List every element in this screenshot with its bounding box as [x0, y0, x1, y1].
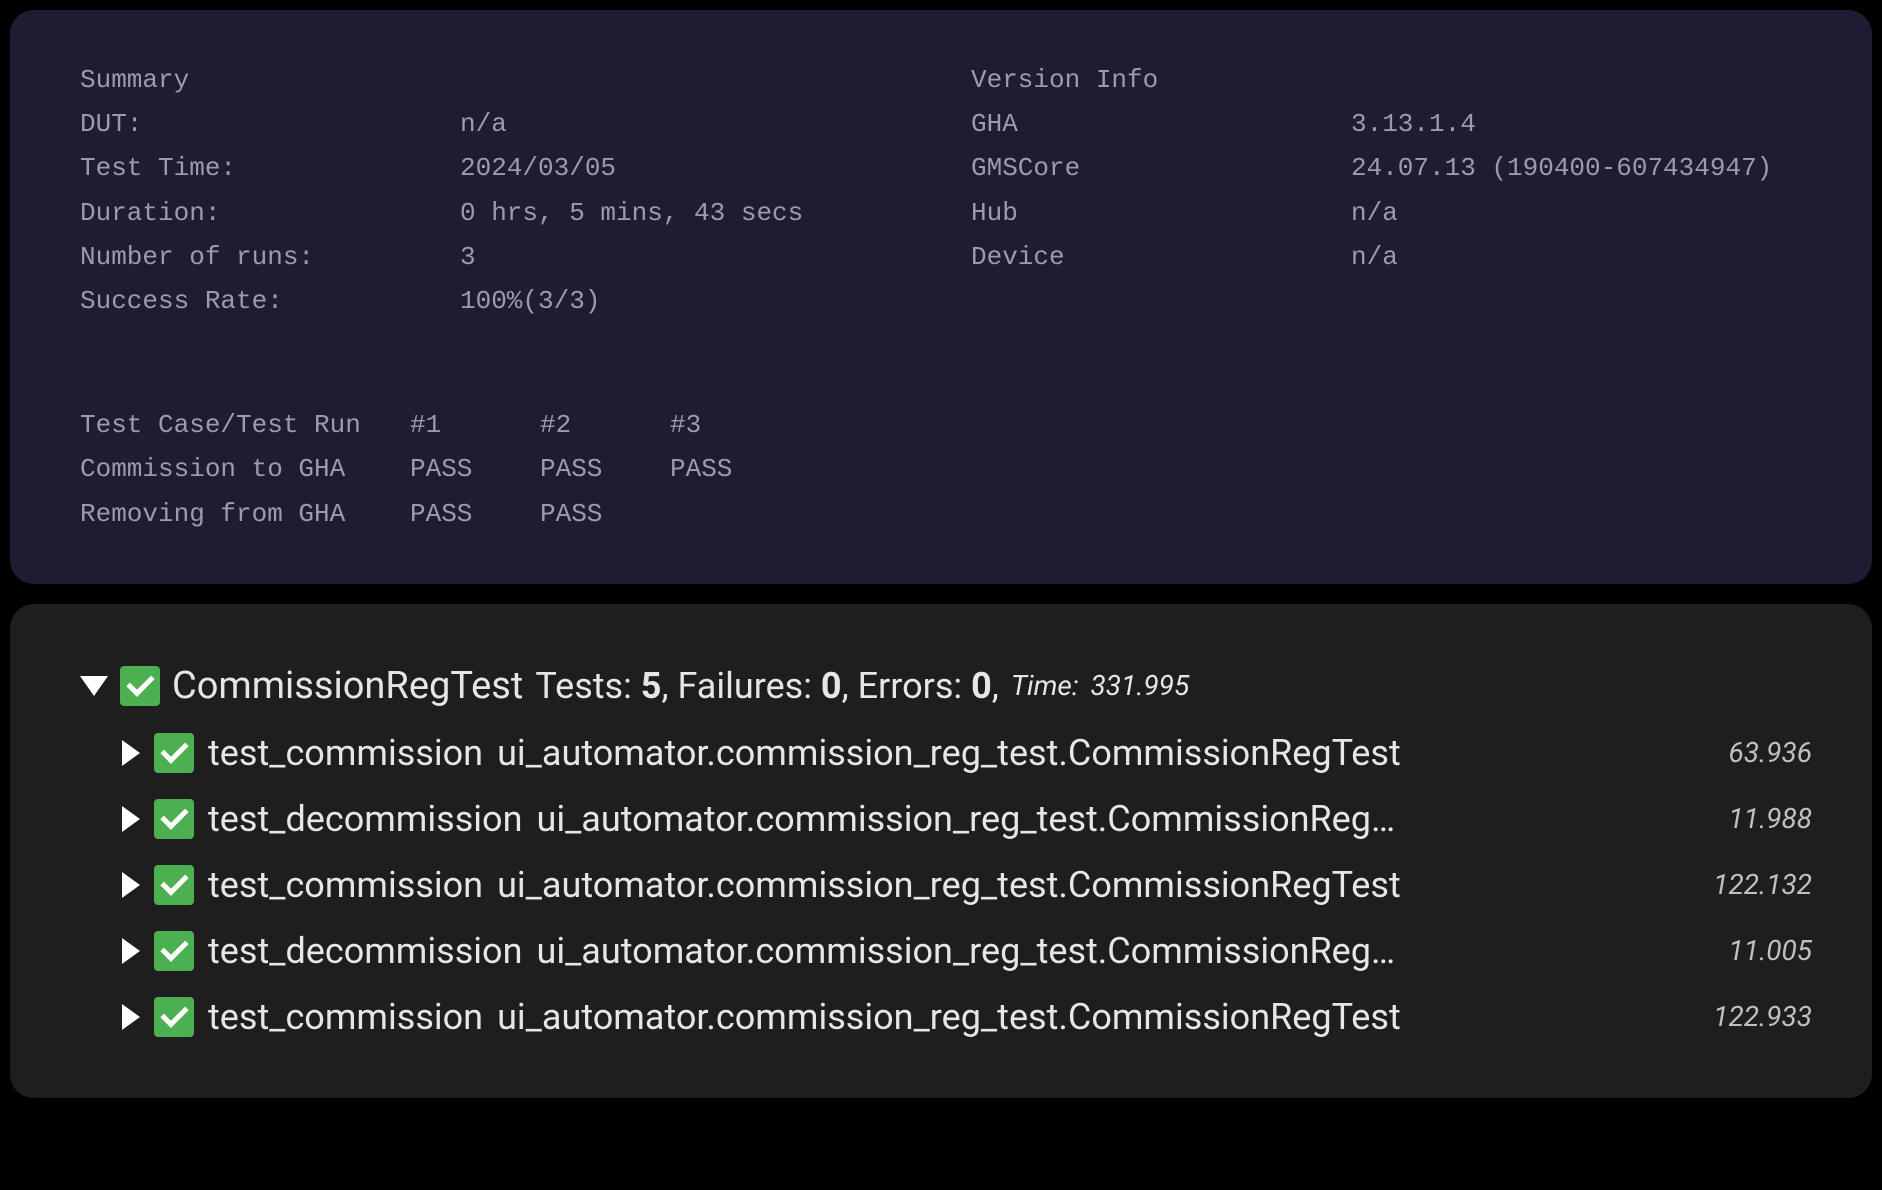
summary-header-right: Version Info: [971, 58, 1351, 102]
tests-label: Tests:: [535, 665, 632, 707]
runs-row2-c1: PASS: [410, 492, 540, 536]
runs-col-2: #2: [540, 403, 670, 447]
summary-right-column: Version Info GHA 3.13.1.4 GMSCore 24.07.…: [971, 58, 1802, 323]
runs-row2-label: Removing from GHA: [80, 492, 410, 536]
suite-time-label: Time:: [1011, 669, 1079, 702]
summary-dut-value: n/a: [460, 102, 911, 146]
tests-count: 5: [641, 665, 662, 707]
test-name: test_commission: [208, 732, 483, 774]
check-icon: [120, 666, 160, 706]
summary-gha-label: GHA: [971, 102, 1351, 146]
test-time: 63.936: [1729, 736, 1812, 769]
summary-duration-value: 0 hrs, 5 mins, 43 secs: [460, 191, 911, 235]
test-suite-row[interactable]: CommissionRegTest Tests: 5, Failures: 0,…: [80, 664, 1812, 708]
summary-numruns-value: 3: [460, 235, 911, 279]
summary-panel: Summary DUT: n/a Test Time: 2024/03/05 D…: [10, 10, 1872, 584]
errors-label: Errors:: [858, 665, 963, 707]
test-time: 122.933: [1713, 1000, 1812, 1033]
runs-row1-c2: PASS: [540, 447, 670, 491]
runs-row2-c2: PASS: [540, 492, 670, 536]
summary-testtime-value: 2024/03/05: [460, 146, 911, 190]
test-time: 11.005: [1729, 934, 1812, 967]
summary-duration-label: Duration:: [80, 191, 460, 235]
summary-successrate-value: 100%(3/3): [460, 279, 911, 323]
test-path: ui_automator.commission_reg_test.Commiss…: [536, 930, 1700, 972]
errors-count: 0: [971, 665, 992, 707]
test-name: test_commission: [208, 996, 483, 1038]
runs-header-label: Test Case/Test Run: [80, 403, 410, 447]
check-icon: [154, 931, 194, 971]
tests-panel: CommissionRegTest Tests: 5, Failures: 0,…: [10, 604, 1872, 1098]
test-row[interactable]: test_decommission ui_automator.commissio…: [80, 798, 1812, 840]
summary-header-left: Summary: [80, 58, 460, 102]
summary-hub-value: n/a: [1351, 191, 1802, 235]
expand-right-icon: [122, 872, 140, 898]
test-path: ui_automator.commission_reg_test.Commiss…: [497, 864, 1685, 906]
test-path: ui_automator.commission_reg_test.Commiss…: [536, 798, 1700, 840]
summary-successrate-label: Success Rate:: [80, 279, 460, 323]
summary-dut-label: DUT:: [80, 102, 460, 146]
check-icon: [154, 733, 194, 773]
summary-device-value: n/a: [1351, 235, 1802, 279]
test-name: test_decommission: [208, 930, 522, 972]
test-row[interactable]: test_commission ui_automator.commission_…: [80, 732, 1812, 774]
suite-name: CommissionRegTest: [172, 664, 523, 708]
summary-hub-label: Hub: [971, 191, 1351, 235]
summary-numruns-label: Number of runs:: [80, 235, 460, 279]
test-name: test_decommission: [208, 798, 522, 840]
test-time: 11.988: [1729, 802, 1812, 835]
expand-right-icon: [122, 1004, 140, 1030]
summary-testtime-label: Test Time:: [80, 146, 460, 190]
check-icon: [154, 865, 194, 905]
check-icon: [154, 997, 194, 1037]
expand-right-icon: [122, 740, 140, 766]
suite-time-value: 331.995: [1091, 669, 1190, 702]
runs-col-3: #3: [670, 403, 800, 447]
failures-label: Failures:: [677, 665, 812, 707]
test-path: ui_automator.commission_reg_test.Commiss…: [497, 996, 1685, 1038]
summary-gmscore-label: GMSCore: [971, 146, 1351, 190]
failures-count: 0: [821, 665, 842, 707]
test-name: test_commission: [208, 864, 483, 906]
runs-row1-c3: PASS: [670, 447, 800, 491]
summary-gmscore-value: 24.07.13 (190400-607434947): [1351, 146, 1802, 190]
test-path: ui_automator.commission_reg_test.Commiss…: [497, 732, 1700, 774]
runs-table: Test Case/Test Run #1 #2 #3 Commission t…: [80, 403, 1802, 536]
expand-down-icon: [80, 676, 108, 696]
test-row[interactable]: test_decommission ui_automator.commissio…: [80, 930, 1812, 972]
suite-stats: Tests: 5, Failures: 0, Errors: 0,: [535, 665, 998, 707]
summary-gha-value: 3.13.1.4: [1351, 102, 1802, 146]
test-time: 122.132: [1713, 868, 1812, 901]
runs-row1-c1: PASS: [410, 447, 540, 491]
expand-right-icon: [122, 806, 140, 832]
test-row[interactable]: test_commission ui_automator.commission_…: [80, 996, 1812, 1038]
expand-right-icon: [122, 938, 140, 964]
summary-left-column: Summary DUT: n/a Test Time: 2024/03/05 D…: [80, 58, 911, 323]
test-row[interactable]: test_commission ui_automator.commission_…: [80, 864, 1812, 906]
summary-device-label: Device: [971, 235, 1351, 279]
runs-col-1: #1: [410, 403, 540, 447]
check-icon: [154, 799, 194, 839]
runs-row2-c3: [670, 492, 800, 536]
runs-row1-label: Commission to GHA: [80, 447, 410, 491]
